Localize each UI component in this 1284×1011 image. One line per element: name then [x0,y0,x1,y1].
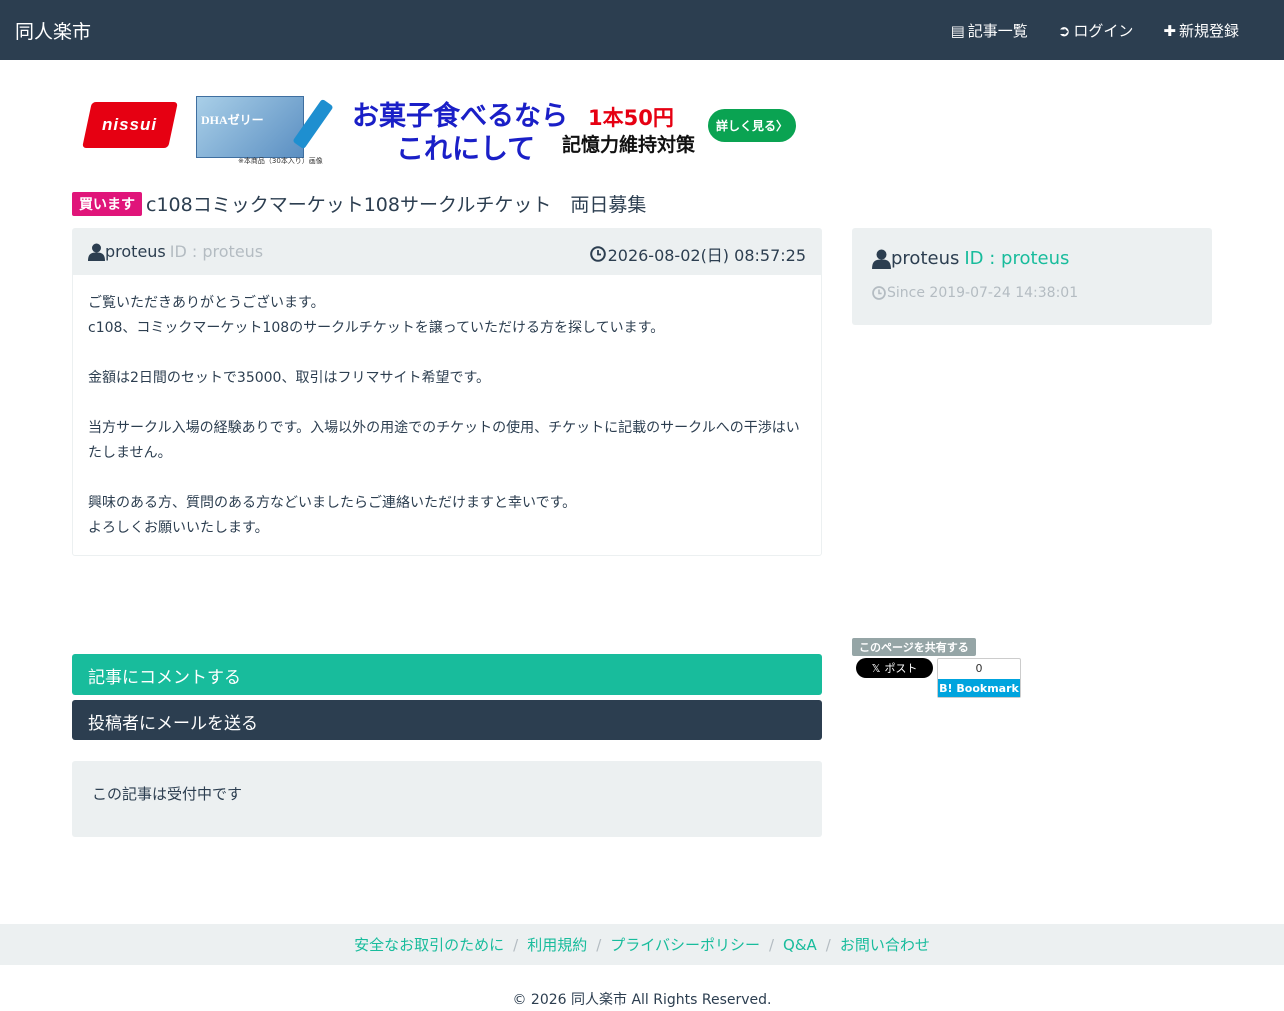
body-line: よろしくお願いいたします。 [88,520,269,536]
profile-username[interactable]: proteus [891,248,959,269]
body-line [88,466,806,491]
user-icon [88,243,105,261]
comment-button[interactable]: 記事にコメントする [72,654,822,695]
plus-icon: ✚ [1163,21,1176,40]
hatena-bookmark-button[interactable]: 0 B! Bookmark [937,658,1021,698]
author-id: ID : proteus [169,242,264,261]
nav-article-list[interactable]: ▤ 記事一覧 [951,20,1028,41]
body-line [88,341,806,366]
nav-label: 記事一覧 [967,22,1028,40]
ad-cta-button[interactable]: 詳しく見る〉 [708,109,796,142]
hatena-label: B! Bookmark [938,679,1020,697]
body-line [88,391,806,416]
footer-link-qa[interactable]: Q&A [783,936,817,954]
body-line: ご覧いただきありがとうございます。 [88,295,325,311]
separator: / [513,935,519,954]
ad-subline: 記憶力維持対策 [562,134,696,156]
copyright: © 2026 同人楽市 All Rights Reserved. [512,992,772,1008]
product-note: ※本商品（30本入り）画像 [238,157,323,165]
nav-label: ログイン [1073,22,1134,40]
profile-id[interactable]: ID : proteus [964,248,1069,269]
site-brand[interactable]: 同人楽市 [15,17,91,44]
body-line: c108、コミックマーケット108のサークルチケットを譲っていただける方を探して… [88,320,665,336]
footer-links: 安全なお取引のために / 利用規約 / プライバシーポリシー / Q&A / お… [0,924,1284,965]
post-header: proteus ID : proteus 2026-08-02(日) 08:57… [73,229,821,275]
x-post-button[interactable]: 𝕏 ポスト [856,658,933,678]
hatena-count: 0 [975,662,983,675]
buy-badge: 買います [72,191,142,216]
post-body: ご覧いただきありがとうございます。 c108、コミックマーケット108のサークル… [73,275,821,557]
clock-icon [872,286,886,300]
status-message: この記事は受付中です [72,761,822,837]
post-date: 2026-08-02(日) 08:57:25 [589,242,806,266]
footer-link-privacy[interactable]: プライバシーポリシー [610,934,760,955]
separator: / [596,935,602,954]
post-author: proteus ID : proteus [88,242,263,261]
post-title-row: 買います c108コミックマーケット108サークルチケット 両日募集 [72,190,646,217]
ad-headline-2: これにして [396,132,536,165]
separator: / [825,935,831,954]
login-icon: ➲ [1057,21,1071,40]
nav-register[interactable]: ✚ 新規登録 [1163,20,1239,41]
nissui-logo: nissui [80,94,180,156]
nav-label: 新規登録 [1178,22,1239,40]
body-line: 当方サークル入場の経験ありです。入場以外の用途でのチケットの使用、チケットに記載… [88,420,800,461]
user-icon [872,249,891,269]
list-icon: ▤ [950,21,965,40]
body-line: 金額は2日間のセットで35000、取引はフリマサイト希望です。 [88,370,491,386]
ad-price: 1本50円 [588,106,674,130]
mail-author-button[interactable]: 投稿者にメールを送る [72,700,822,740]
profile-card: proteus ID : proteus Since 2019-07-24 14… [852,228,1212,325]
profile-since: Since 2019-07-24 14:38:01 [872,285,1078,301]
clock-icon [589,246,606,262]
body-line: 興味のある方、質問のある方などいましたらご連絡いただけますと幸いです。 [88,495,577,511]
author-name[interactable]: proteus [105,242,166,261]
profile-name: proteus ID : proteus [872,248,1069,269]
share-label: このページを共有する [852,638,976,656]
ad-banner[interactable]: nissui DHAゼリー ※本商品（30本入り）画像 お菓子食べるなら これに… [80,90,800,166]
post-panel: proteus ID : proteus 2026-08-02(日) 08:57… [72,228,822,556]
x-logo-icon: 𝕏 [871,661,881,675]
footer-link-contact[interactable]: お問い合わせ [840,934,930,955]
product-image: DHAゼリー [196,96,304,158]
nav-login[interactable]: ➲ ログイン [1058,20,1134,41]
nav-links: ▤ 記事一覧 ➲ ログイン ✚ 新規登録 [951,20,1239,41]
post-title: c108コミックマーケット108サークルチケット 両日募集 [146,194,647,216]
footer-link-terms[interactable]: 利用規約 [527,934,587,955]
separator: / [768,935,775,954]
footer-link-safety[interactable]: 安全なお取引のために [354,934,504,955]
navbar: 同人楽市 ▤ 記事一覧 ➲ ログイン ✚ 新規登録 [0,0,1284,60]
